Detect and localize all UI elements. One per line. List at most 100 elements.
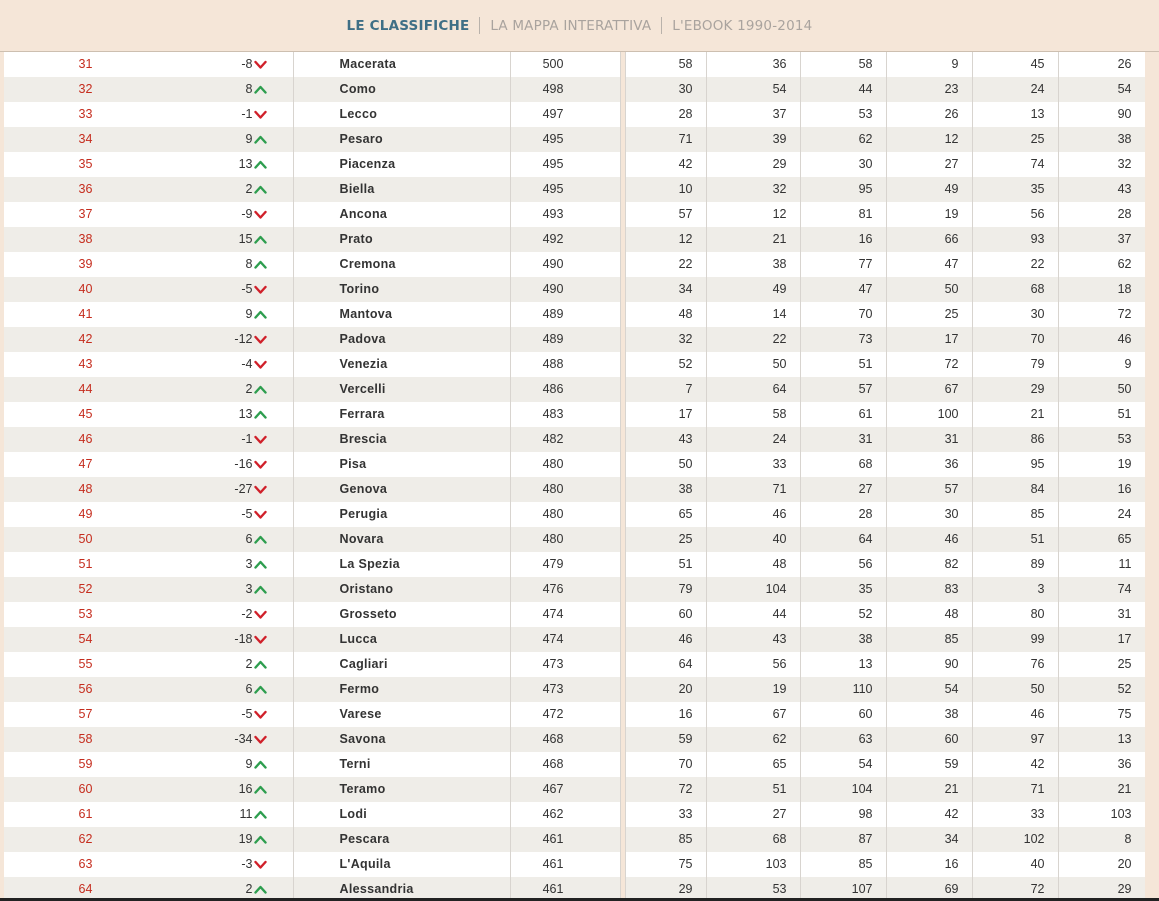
city-name: Ancona — [293, 202, 511, 227]
city-name: Terni — [293, 752, 511, 777]
indicator-3: 87 — [800, 827, 887, 852]
rank-position: 34 — [4, 127, 167, 152]
indicator-5: 45 — [972, 52, 1059, 77]
indicator-1: 70 — [625, 752, 707, 777]
ranking-table-body: 31 -8 Macerata 500 58 36 58 9 45 26 32 8 Como 498 30 54… — [4, 52, 1145, 898]
total-score: 472 — [510, 702, 621, 727]
variation-value: -9 — [241, 207, 253, 221]
arrow-up-icon — [253, 185, 267, 194]
indicator-4: 54 — [886, 677, 973, 702]
indicator-1: 17 — [625, 402, 707, 427]
arrow-up-icon — [253, 135, 267, 144]
variation-value: -18 — [234, 632, 253, 646]
variation-value: 9 — [245, 132, 253, 146]
nav-link-ebook[interactable]: L'EBOOK 1990-2014 — [672, 18, 812, 34]
indicator-3: 47 — [800, 277, 887, 302]
indicator-5: 68 — [972, 277, 1059, 302]
indicator-1: 50 — [625, 452, 707, 477]
indicator-6: 28 — [1058, 202, 1145, 227]
ranking-table-container[interactable]: 31 -8 Macerata 500 58 36 58 9 45 26 32 8 Como 498 30 54… — [4, 52, 1145, 898]
city-name: Brescia — [293, 427, 511, 452]
city-name: La Spezia — [293, 552, 511, 577]
rank-position: 31 — [78, 57, 93, 71]
indicator-5: 95 — [972, 452, 1059, 477]
indicator-5: 72 — [972, 877, 1059, 898]
arrow-down-icon — [253, 485, 267, 494]
indicator-2: 49 — [706, 277, 801, 302]
indicator-3: 27 — [800, 477, 887, 502]
rank-variation: 15 — [167, 227, 294, 252]
arrow-up-icon — [253, 560, 267, 569]
rank-position: 38 — [4, 227, 167, 252]
arrow-up-icon — [253, 585, 267, 594]
city-name: Genova — [293, 477, 511, 502]
rank-variation: 11 — [167, 802, 294, 827]
city-name: Biella — [293, 177, 511, 202]
rank-variation: 9 — [167, 752, 294, 777]
nav-link-classifiche[interactable]: LE CLASSIFICHE — [347, 18, 470, 34]
indicator-1: 51 — [625, 552, 707, 577]
indicator-3: 35 — [800, 577, 887, 602]
indicator-1: 30 — [625, 77, 707, 102]
rank-variation: 2 — [167, 377, 294, 402]
indicator-3: 56 — [800, 552, 887, 577]
indicator-3: 95 — [800, 177, 887, 202]
total-score: 480 — [510, 527, 621, 552]
table-row: 59 9 Terni 468 70 65 54 59 42 36 — [4, 752, 1145, 777]
indicator-2: 24 — [706, 427, 801, 452]
indicator-5: 30 — [972, 302, 1059, 327]
indicator-1: 42 — [625, 152, 707, 177]
indicator-1: 79 — [625, 577, 707, 602]
variation-value: 11 — [239, 807, 253, 821]
rank-position: 51 — [78, 557, 93, 571]
indicator-5: 35 — [972, 177, 1059, 202]
indicator-3: 62 — [800, 127, 887, 152]
indicator-3: 51 — [800, 352, 887, 377]
nav-link-mappa-interattiva[interactable]: LA MAPPA INTERATTIVA — [490, 18, 651, 34]
total-score: 495 — [510, 177, 621, 202]
indicator-4: 69 — [886, 877, 973, 898]
indicator-6: 21 — [1058, 777, 1145, 802]
indicator-4: 67 — [886, 377, 973, 402]
indicator-4: 48 — [886, 602, 973, 627]
indicator-2: 36 — [706, 52, 801, 77]
indicator-3: 58 — [800, 52, 887, 77]
indicator-1: 46 — [625, 627, 707, 652]
indicator-6: 52 — [1058, 677, 1145, 702]
rank-variation: 9 — [167, 302, 294, 327]
arrow-up-icon — [253, 835, 267, 844]
indicator-2: 104 — [706, 577, 801, 602]
indicator-2: 44 — [706, 602, 801, 627]
table-row: 40 -5 Torino 490 34 49 47 50 68 18 — [4, 277, 1145, 302]
rank-position: 46 — [4, 427, 167, 452]
indicator-5: 86 — [972, 427, 1059, 452]
rank-variation: 13 — [167, 402, 294, 427]
indicator-2: 38 — [706, 252, 801, 277]
indicator-4: 100 — [886, 402, 973, 427]
table-row: 39 8 Cremona 490 22 38 77 47 22 62 — [4, 252, 1145, 277]
indicator-2: 27 — [706, 802, 801, 827]
rank-position: 41 — [78, 307, 93, 321]
indicator-3: 70 — [800, 302, 887, 327]
indicator-4: 27 — [886, 152, 973, 177]
table-row: 56 6 Fermo 473 20 19 110 54 50 52 — [4, 677, 1145, 702]
indicator-3: 98 — [800, 802, 887, 827]
rank-variation: 3 — [167, 552, 294, 577]
indicator-6: 13 — [1058, 727, 1145, 752]
arrow-down-icon — [253, 210, 267, 219]
total-score: 495 — [510, 152, 621, 177]
total-score: 490 — [510, 252, 621, 277]
arrow-down-icon — [253, 335, 267, 344]
indicator-3: 44 — [800, 77, 887, 102]
indicator-3: 52 — [800, 602, 887, 627]
arrow-up-icon — [253, 760, 267, 769]
indicator-3: 63 — [800, 727, 887, 752]
indicator-3: 61 — [800, 402, 887, 427]
city-name: Como — [293, 77, 511, 102]
indicator-1: 52 — [625, 352, 707, 377]
table-row: 51 3 La Spezia 479 51 48 56 82 89 11 — [4, 552, 1145, 577]
indicator-4: 36 — [886, 452, 973, 477]
table-row: 33 -1 Lecco 497 28 37 53 26 13 90 — [4, 102, 1145, 127]
total-score: 488 — [510, 352, 621, 377]
city-name: Fermo — [293, 677, 511, 702]
